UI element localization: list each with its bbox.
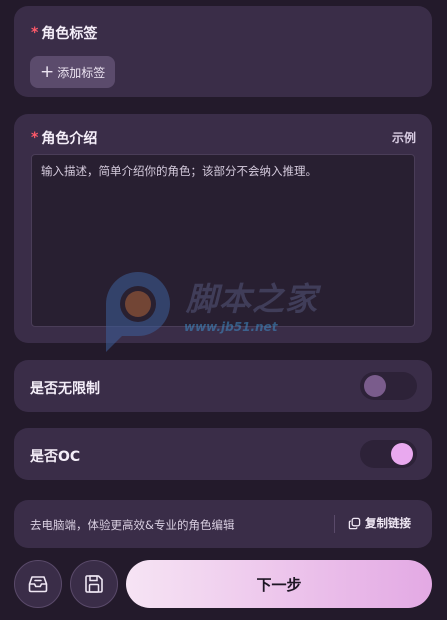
inbox-button[interactable] — [14, 560, 62, 608]
unlimited-switch[interactable] — [360, 372, 417, 400]
unlimited-toggle-card: 是否无限制 — [14, 360, 432, 412]
desktop-hint-text: 去电脑端，体验更高效&专业的角色编辑 — [30, 518, 235, 532]
switch-knob — [391, 443, 413, 465]
example-link[interactable]: 示例 — [392, 129, 416, 146]
switch-knob — [364, 375, 386, 397]
role-tags-label: * 角色标签 — [31, 23, 97, 43]
role-intro-card: * 角色介绍 示例 — [14, 114, 432, 343]
oc-label: 是否OC — [30, 449, 81, 465]
divider — [334, 515, 335, 533]
save-button[interactable] — [70, 560, 118, 608]
required-mark: * — [31, 25, 39, 41]
role-tags-card: * 角色标签 + 添加标签 — [14, 6, 432, 97]
role-intro-textarea[interactable] — [31, 154, 415, 327]
role-editor-page: * 角色标签 + 添加标签 * 角色介绍 示例 脚本之家 www.jb51.ne… — [0, 0, 447, 620]
role-tags-title: 角色标签 — [41, 26, 98, 42]
unlimited-label: 是否无限制 — [30, 381, 100, 397]
plus-icon: + — [40, 61, 55, 82]
inbox-icon — [28, 576, 48, 593]
save-icon — [85, 575, 103, 593]
copy-icon — [348, 517, 361, 529]
role-intro-label: * 角色介绍 — [31, 128, 97, 148]
oc-toggle-card: 是否OC — [14, 428, 432, 480]
add-tag-button[interactable]: + 添加标签 — [30, 56, 116, 88]
copy-link-button[interactable]: 复制链接 — [348, 515, 411, 531]
next-step-button[interactable]: 下一步 — [126, 560, 432, 608]
desktop-hint-card: 去电脑端，体验更高效&专业的角色编辑 复制链接 — [14, 500, 432, 548]
add-tag-label: 添加标签 — [57, 65, 106, 80]
required-mark: * — [31, 130, 39, 146]
copy-link-label: 复制链接 — [365, 516, 411, 530]
role-intro-title: 角色介绍 — [41, 131, 98, 147]
oc-switch[interactable] — [360, 440, 417, 468]
